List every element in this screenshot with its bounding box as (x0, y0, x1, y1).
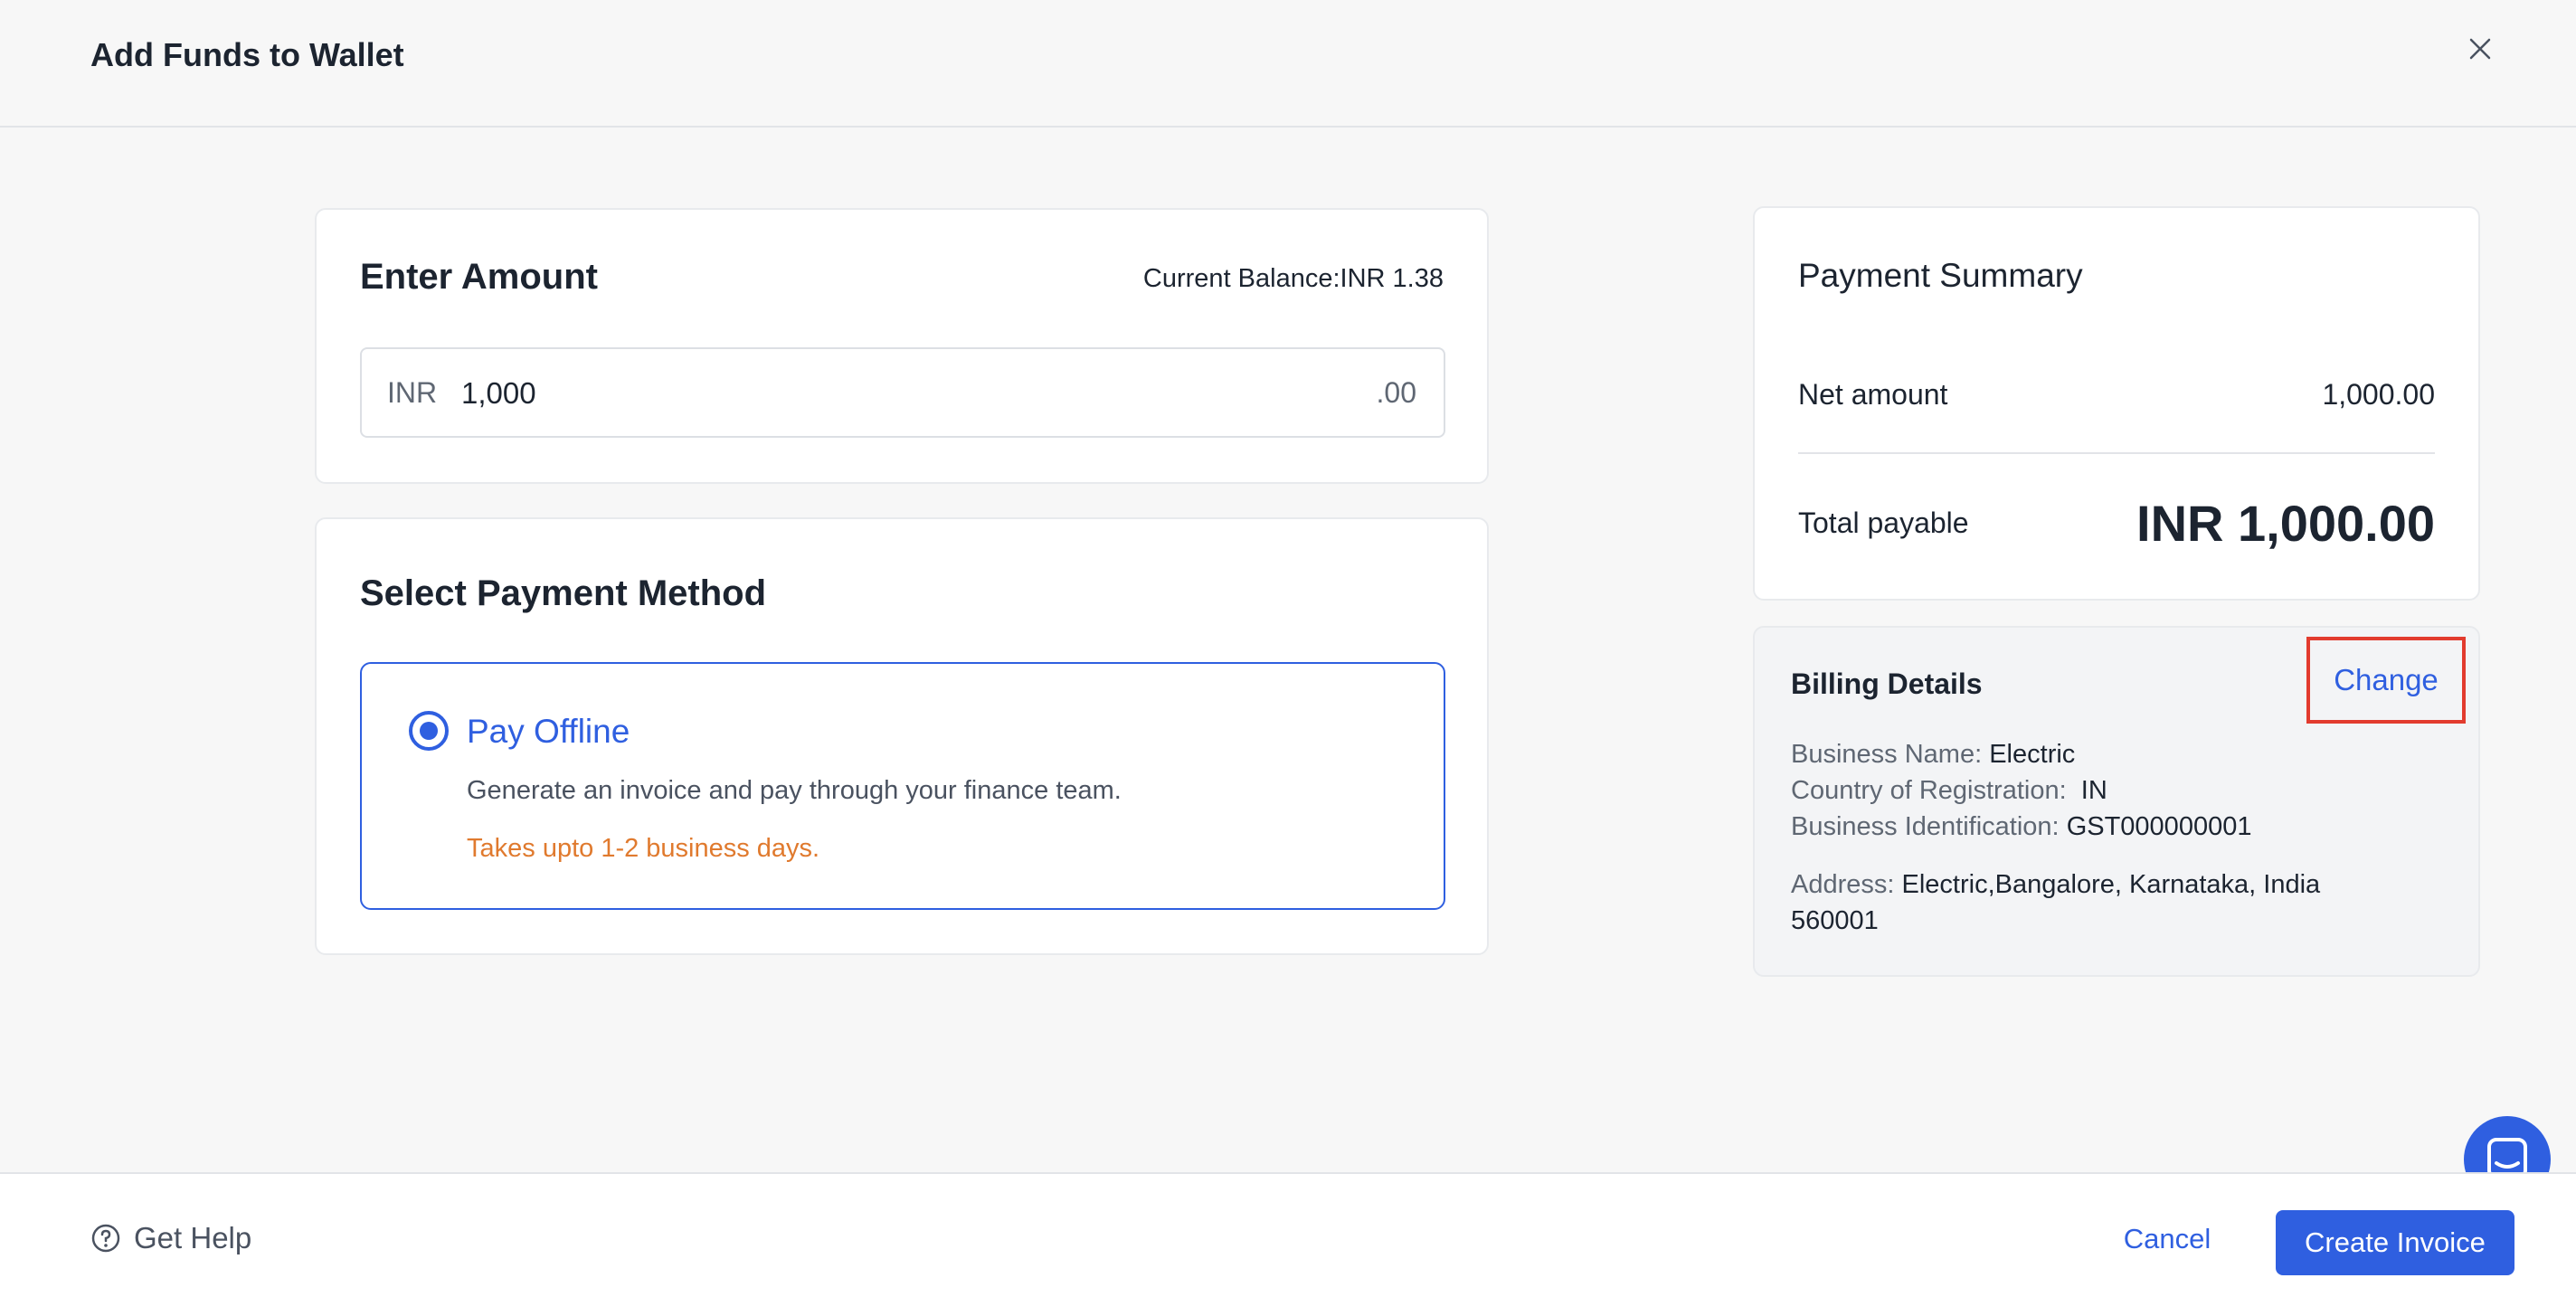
enter-amount-card: Enter Amount Current Balance:INR 1.38 IN… (315, 208, 1489, 484)
amount-input[interactable] (461, 369, 1275, 418)
address-label: Address: (1791, 870, 1895, 899)
add-funds-page: Add Funds to Wallet Enter Amount Current… (0, 0, 2576, 1297)
business-id-label: Business Identification: (1791, 812, 2060, 841)
current-balance-label: Current Balance: (1142, 264, 1340, 293)
pay-offline-radio[interactable] (409, 711, 449, 751)
billing-details-card: Billing Details Change Business Name: El… (1753, 626, 2480, 977)
address-line-1: Electric,Bangalore, Karnataka, India (1901, 870, 2321, 899)
country-value: IN (2080, 776, 2107, 805)
business-name-label: Business Name: (1791, 740, 1983, 769)
close-icon (2469, 38, 2491, 60)
pay-offline-option[interactable]: Pay Offline Generate an invoice and pay … (360, 662, 1445, 910)
current-balance: Current Balance:INR 1.38 (1143, 264, 1444, 294)
pay-offline-description: Generate an invoice and pay through your… (467, 776, 1122, 805)
page-title: Add Funds to Wallet (90, 36, 404, 73)
total-payable-value: INR 1,000.00 (2136, 495, 2435, 552)
get-help-label: Get Help (134, 1221, 252, 1254)
payment-method-card: Select Payment Method Pay Offline Genera… (315, 517, 1489, 955)
cancel-button[interactable]: Cancel (2113, 1212, 2221, 1266)
pay-offline-title: Pay Offline (467, 713, 630, 750)
close-button[interactable] (2462, 31, 2498, 67)
address-row-2: 560001 (1791, 903, 1879, 939)
payment-summary-card: Payment Summary Net amount 1,000.00 Tota… (1753, 206, 2480, 601)
summary-divider (1798, 452, 2435, 454)
payment-method-heading: Select Payment Method (360, 573, 767, 613)
country-label: Country of Registration: (1791, 776, 2067, 805)
currency-label: INR (387, 376, 438, 409)
change-billing-button[interactable]: Change (2306, 637, 2466, 724)
net-amount-value: 1,000.00 (2322, 378, 2435, 411)
header-bar: Add Funds to Wallet (0, 0, 2576, 128)
business-id-row: Business Identification: GST000000001 (1791, 809, 2251, 845)
enter-amount-heading: Enter Amount (360, 257, 598, 297)
business-name-value: Electric (1989, 740, 2076, 769)
create-invoice-button[interactable]: Create Invoice (2276, 1210, 2514, 1275)
pay-offline-note: Takes upto 1-2 business days. (467, 834, 820, 863)
get-help-link[interactable]: Get Help (90, 1221, 251, 1255)
help-circle-icon (91, 1224, 120, 1253)
address-line-2: 560001 (1791, 906, 1879, 935)
total-payable-label: Total payable (1798, 506, 1969, 539)
amount-input-box[interactable]: INR .00 (360, 347, 1445, 438)
footer-bar: Get Help Cancel Create Invoice (0, 1172, 2576, 1297)
country-row: Country of Registration: IN (1791, 772, 2107, 809)
amount-decimals: .00 (1376, 376, 1416, 409)
business-id-value: GST000000001 (2066, 812, 2252, 841)
current-balance-value: INR 1.38 (1340, 264, 1444, 293)
address-row: Address: Electric,Bangalore, Karnataka, … (1791, 866, 2320, 903)
payment-summary-heading: Payment Summary (1798, 257, 2083, 294)
net-amount-label: Net amount (1798, 378, 1948, 411)
billing-details-heading: Billing Details (1791, 667, 1983, 700)
business-name-row: Business Name: Electric (1791, 736, 2075, 772)
